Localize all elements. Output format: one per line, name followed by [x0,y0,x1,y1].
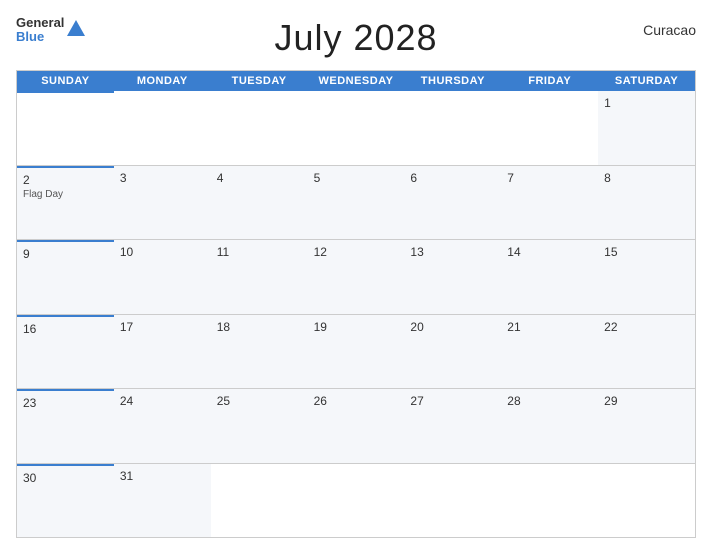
calendar-cell-w1-d6: 8 [598,166,695,240]
day-number-20: 20 [410,320,495,334]
calendar-week-1: 2 Flag Day 345678 [17,166,695,241]
header-thursday: Thursday [404,71,501,91]
calendar-cell-w0-d0 [17,91,114,165]
calendar-week-4: 23 24 25 26 27 28 29 [17,389,695,464]
logo-triangle-icon [67,20,85,36]
calendar-week-2: 9 10 11 12 13 14 15 [17,240,695,315]
calendar-cell-w2-d4: 13 [404,240,501,314]
header-friday: Friday [501,71,598,91]
day-number-18: 18 [217,320,302,334]
day-number-22: 22 [604,320,689,334]
day-event-2: Flag Day [23,189,108,200]
calendar-cell-w3-d5: 21 [501,315,598,389]
day-number-4: 4 [217,171,302,185]
calendar-cell-w3-d4: 20 [404,315,501,389]
calendar-cell-w5-d0: 30 [17,464,114,538]
calendar-cell-w1-d4: 6 [404,166,501,240]
day-number-24: 24 [120,394,205,408]
calendar-cell-w4-d5: 28 [501,389,598,463]
logo: General Blue [16,16,85,45]
calendar-cell-w5-d4 [404,464,501,538]
calendar-cell-w4-d2: 25 [211,389,308,463]
calendar-cell-w3-d1: 17 [114,315,211,389]
day-number-15: 15 [604,245,689,259]
day-number-3: 3 [120,171,205,185]
header-sunday: Sunday [17,71,114,91]
page: General Blue July 2028 Curacao Sunday Mo… [0,0,712,550]
calendar-cell-w3-d2: 18 [211,315,308,389]
header-saturday: Saturday [598,71,695,91]
calendar-cell-w5-d6 [598,464,695,538]
calendar: Sunday Monday Tuesday Wednesday Thursday… [16,70,696,538]
header-tuesday: Tuesday [211,71,308,91]
day-number-6: 6 [410,171,495,185]
calendar-cell-w3-d3: 19 [308,315,405,389]
calendar-title: July 2028 [274,17,437,59]
day-number-14: 14 [507,245,592,259]
calendar-week-3: 16 17 18 19 20 21 22 [17,315,695,390]
country-label: Curacao [643,22,696,38]
day-number-12: 12 [314,245,399,259]
day-number-21: 21 [507,320,592,334]
calendar-cell-w0-d3 [308,91,405,165]
calendar-cell-w4-d0: 23 [17,389,114,463]
calendar-cell-w4-d4: 27 [404,389,501,463]
calendar-cell-w1-d0: 2 Flag Day [17,166,114,240]
calendar-cell-w1-d1: 3 [114,166,211,240]
calendar-cell-w2-d3: 12 [308,240,405,314]
day-number-2: 2 [23,173,108,187]
day-number-17: 17 [120,320,205,334]
day-number-16: 16 [23,322,108,336]
day-number-23: 23 [23,396,108,410]
header: General Blue July 2028 Curacao [16,12,696,64]
calendar-body: 12Flag Day345678910111213141516171819202… [17,91,695,537]
day-number-8: 8 [604,171,689,185]
calendar-cell-w2-d0: 9 [17,240,114,314]
day-number-27: 27 [410,394,495,408]
calendar-header: Sunday Monday Tuesday Wednesday Thursday… [17,71,695,91]
calendar-cell-w5-d1: 31 [114,464,211,538]
day-number-25: 25 [217,394,302,408]
calendar-cell-w4-d1: 24 [114,389,211,463]
day-number-26: 26 [314,394,399,408]
calendar-cell-w4-d3: 26 [308,389,405,463]
day-number-29: 29 [604,394,689,408]
calendar-cell-w3-d0: 16 [17,315,114,389]
header-wednesday: Wednesday [308,71,405,91]
calendar-cell-w5-d3 [308,464,405,538]
day-number-5: 5 [314,171,399,185]
calendar-cell-w0-d5 [501,91,598,165]
calendar-cell-w0-d6: 1 [598,91,695,165]
calendar-cell-w0-d1 [114,91,211,165]
day-number-19: 19 [314,320,399,334]
day-number-11: 11 [217,245,302,259]
calendar-cell-w2-d1: 10 [114,240,211,314]
day-number-7: 7 [507,171,592,185]
calendar-cell-w1-d3: 5 [308,166,405,240]
calendar-cell-w3-d6: 22 [598,315,695,389]
day-number-28: 28 [507,394,592,408]
calendar-cell-w5-d2 [211,464,308,538]
calendar-cell-w5-d5 [501,464,598,538]
calendar-cell-w1-d2: 4 [211,166,308,240]
calendar-week-0: 1 [17,91,695,166]
calendar-week-5: 30 31 [17,464,695,538]
logo-text: General Blue [16,16,64,45]
calendar-cell-w2-d5: 14 [501,240,598,314]
day-number-9: 9 [23,247,108,261]
day-number-13: 13 [410,245,495,259]
day-number-10: 10 [120,245,205,259]
day-number-1: 1 [604,96,689,110]
calendar-cell-w1-d5: 7 [501,166,598,240]
logo-blue-text: Blue [16,30,64,44]
calendar-cell-w0-d4 [404,91,501,165]
calendar-cell-w4-d6: 29 [598,389,695,463]
day-number-30: 30 [23,471,108,485]
logo-general-text: General [16,16,64,30]
calendar-cell-w0-d2 [211,91,308,165]
calendar-cell-w2-d6: 15 [598,240,695,314]
calendar-cell-w2-d2: 11 [211,240,308,314]
day-number-31: 31 [120,469,205,483]
header-monday: Monday [114,71,211,91]
